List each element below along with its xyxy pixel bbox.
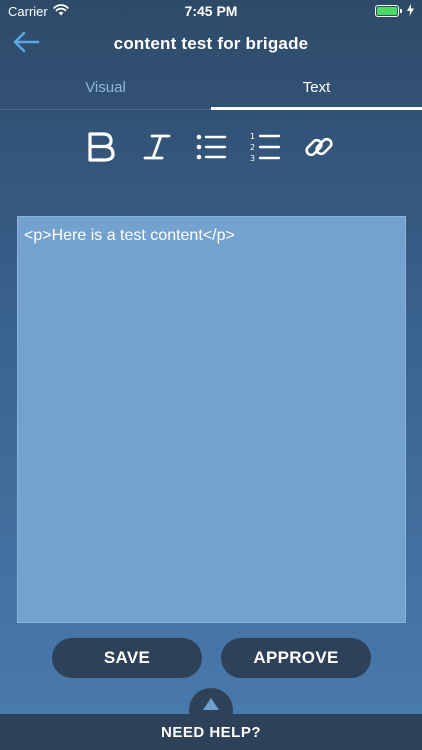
- status-bar: Carrier 7:45 PM: [0, 0, 422, 22]
- link-button[interactable]: [301, 129, 337, 169]
- caret-up-icon: [203, 698, 219, 710]
- save-button[interactable]: SAVE: [52, 638, 202, 678]
- need-help-bar[interactable]: NEED HELP?: [0, 714, 422, 750]
- battery-icon: [375, 5, 402, 17]
- link-icon: [303, 131, 335, 168]
- svg-text:1: 1: [250, 132, 255, 141]
- page-title: content test for brigade: [113, 34, 309, 53]
- numbered-list-icon: 1 2 3: [249, 131, 281, 168]
- italic-icon: [142, 132, 172, 167]
- wifi-icon: [53, 3, 69, 19]
- arrow-left-icon: [12, 31, 40, 58]
- formatting-toolbar: 1 2 3: [0, 124, 422, 174]
- italic-button[interactable]: [139, 129, 175, 169]
- carrier-label: Carrier: [8, 3, 48, 19]
- editor-tabs: Visual Text: [0, 66, 422, 110]
- content-editor[interactable]: <p>Here is a test content</p>: [17, 216, 406, 623]
- approve-button[interactable]: APPROVE: [221, 638, 371, 678]
- tab-visual[interactable]: Visual: [0, 66, 211, 109]
- numbered-list-button[interactable]: 1 2 3: [247, 129, 283, 169]
- back-button[interactable]: [10, 28, 42, 60]
- bold-button[interactable]: [85, 129, 121, 169]
- bolt-icon: [407, 3, 414, 19]
- svg-text:2: 2: [250, 143, 255, 152]
- status-left: Carrier: [8, 4, 69, 19]
- nav-bar: content test for brigade: [0, 22, 422, 66]
- svg-text:3: 3: [250, 154, 255, 163]
- bullet-list-icon: [195, 132, 227, 167]
- bold-icon: [86, 131, 120, 168]
- tab-text[interactable]: Text: [211, 66, 422, 110]
- status-right: [375, 3, 414, 19]
- battery-level: [377, 7, 397, 15]
- bullet-list-button[interactable]: [193, 129, 229, 169]
